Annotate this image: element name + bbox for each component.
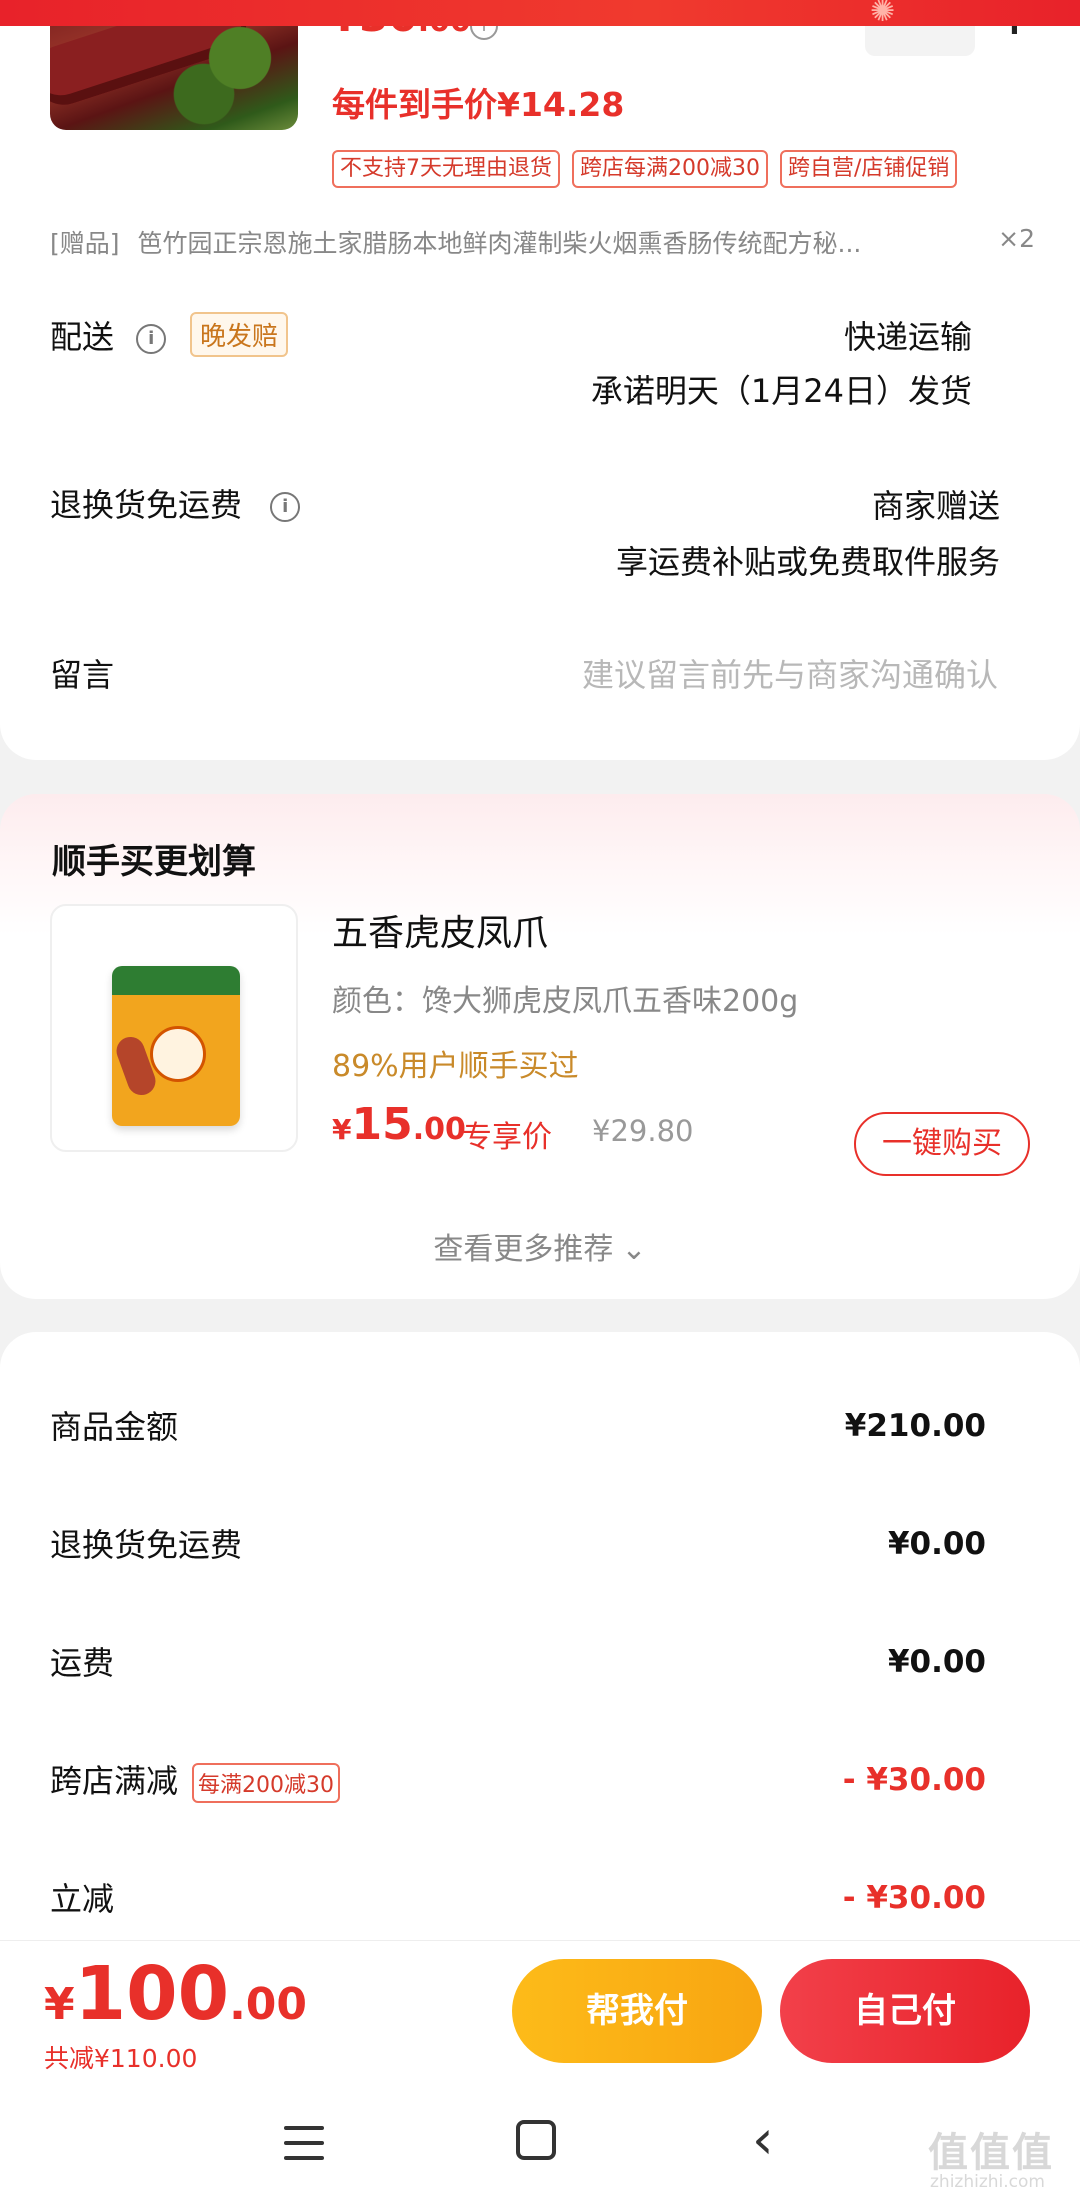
summary-row-shipping: 运费 ¥0.00 xyxy=(50,1638,986,1698)
summary-label: 退换货免运费 xyxy=(50,1526,243,1564)
promo-tags: 不支持7天无理由退货 跨店每满200减30 跨自营/店铺促销 xyxy=(332,150,958,189)
promo-tag[interactable]: 跨自营/店铺促销 xyxy=(780,150,958,189)
summary-label: 运费 xyxy=(50,1644,115,1682)
return-shipping-label: 退换货免运费 i xyxy=(50,480,301,526)
original-price: ¥29.80 xyxy=(592,1114,694,1148)
summary-row-cross-store[interactable]: 跨店满减 每满200减30 - ¥30.00 xyxy=(50,1756,986,1816)
promo-tag: 不支持7天无理由退货 xyxy=(332,150,560,189)
package-image xyxy=(112,966,240,1126)
recommendation-card: 顺手买更划算 五香虎皮凤爪 颜色：馋大狮虎皮凤爪五香味200g 89%用户顺手买… xyxy=(0,794,1080,1299)
recommend-bought-rate: 89%用户顺手买过 xyxy=(332,1049,579,1084)
summary-value: ¥0.00 xyxy=(887,1526,986,1562)
recommend-product-name[interactable]: 五香虎皮凤爪 xyxy=(332,904,548,956)
late-delivery-badge[interactable]: 晚发赔 xyxy=(190,312,289,357)
summary-row-goods: 商品金额 ¥210.00 xyxy=(50,1402,986,1462)
summary-row-instant[interactable]: 立减 - ¥30.00 xyxy=(50,1874,986,1934)
price-summary-card: 商品金额 ¥210.00 退换货免运费 ¥0.00 运费 ¥0.00 跨店满减每… xyxy=(0,1332,1080,1952)
gift-count: ×2 xyxy=(998,224,1035,253)
top-festive-banner: ✺ xyxy=(0,0,1080,29)
leaf-image xyxy=(168,10,288,130)
exclusive-price-label: 专享价 xyxy=(462,1120,552,1155)
one-click-buy-button[interactable]: 一键购买 xyxy=(854,1112,1030,1176)
watermark-url: zhizhizhi.com xyxy=(930,2172,1045,2192)
help-me-pay-button[interactable]: 帮我付 xyxy=(512,1959,762,2063)
more-recommendations-link[interactable]: 查看更多推荐 ⌄ xyxy=(0,1224,1080,1268)
chef-image xyxy=(150,1026,206,1082)
delivery-label: 配送 i xyxy=(50,312,167,358)
return-shipping-info: 商家赠送 享运费补贴或免费取件服务 xyxy=(616,478,1000,590)
summary-value: ¥210.00 xyxy=(844,1408,986,1444)
gift-row[interactable]: [赠品] 笆竹园正宗恩施土家腊肠本地鲜肉灌制柴火烟熏香肠传统配方秘... ×2 xyxy=(50,224,1035,260)
checkout-bar: ¥100.00 共减¥110.00 帮我付 自己付 xyxy=(0,1940,1080,2090)
return-shipping-provider: 商家赠送 xyxy=(871,487,1000,525)
message-label: 留言 xyxy=(50,656,115,694)
return-shipping-desc: 享运费补贴或免费取件服务 xyxy=(615,543,1000,581)
back-icon[interactable]: ‹ xyxy=(752,2108,774,2171)
recommend-product-image[interactable] xyxy=(50,904,298,1152)
pay-myself-button[interactable]: 自己付 xyxy=(780,1959,1030,2063)
delivery-info[interactable]: 快递运输 承诺明天（1月24日）发货 xyxy=(591,310,972,418)
system-nav-bar: ‹ xyxy=(0,2090,1080,2208)
recommend-price: ¥15.00 xyxy=(332,1099,466,1150)
promo-tag[interactable]: 跨店每满200减30 xyxy=(572,150,768,189)
summary-label: 立减 xyxy=(50,1880,115,1918)
summary-value: - ¥30.00 xyxy=(842,1762,986,1798)
summary-row-return-shipping: 退换货免运费 ¥0.00 xyxy=(50,1520,986,1580)
chevron-down-icon: ⌄ xyxy=(621,1232,647,1267)
gift-name: 笆竹园正宗恩施土家腊肠本地鲜肉灌制柴火烟熏香肠传统配方秘... xyxy=(137,229,862,258)
total-saved[interactable]: 共减¥110.00 xyxy=(44,2039,197,2075)
watermark-logo: 值值值 xyxy=(928,2130,1054,2176)
per-item-price: 每件到手价¥14.28 xyxy=(332,85,625,124)
summary-value: - ¥30.00 xyxy=(842,1880,986,1916)
home-icon[interactable] xyxy=(516,2120,556,2160)
total-price: ¥100.00 xyxy=(44,1951,308,2037)
delivery-promise: 承诺明天（1月24日）发货 xyxy=(590,372,972,410)
delivery-info-icon[interactable]: i xyxy=(136,324,167,354)
recent-apps-icon[interactable] xyxy=(284,2126,324,2171)
delivery-method: 快递运输 xyxy=(843,318,972,356)
discount-tag: 每满200减30 xyxy=(192,1763,341,1803)
gift-label: [赠品] xyxy=(50,229,120,258)
firework-icon: ✺ xyxy=(870,0,896,29)
summary-label: 商品金额 xyxy=(50,1408,179,1446)
order-item-card: ¥30.00 i + 每件到手价¥14.28 不支持7天无理由退货 跨店每满20… xyxy=(0,0,1080,760)
more-recommendations-label: 查看更多推荐 xyxy=(433,1232,614,1267)
summary-label: 跨店满减 每满200减30 xyxy=(50,1756,341,1803)
recommend-product-color: 颜色：馋大狮虎皮凤爪五香味200g xyxy=(332,984,799,1019)
summary-value: ¥0.00 xyxy=(887,1644,986,1680)
message-input[interactable]: 建议留言前先与商家沟通确认 xyxy=(582,650,998,696)
return-shipping-info-icon[interactable]: i xyxy=(270,492,301,522)
recommendation-title: 顺手买更划算 xyxy=(52,842,256,882)
